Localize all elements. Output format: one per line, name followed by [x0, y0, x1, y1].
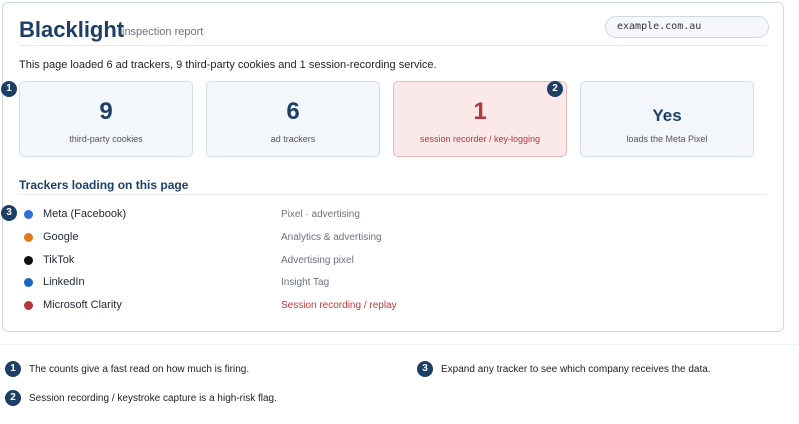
summary-text: This page loaded 6 ad trackers, 9 third-…	[19, 59, 437, 71]
brand-title: Blacklight	[19, 17, 125, 42]
stat-value: Yes	[652, 106, 682, 125]
tracker-description: Pixel · advertising	[281, 209, 360, 220]
tracker-row[interactable]: LinkedIn Insight Tag	[3, 274, 783, 292]
stat-value: 9	[99, 98, 113, 125]
tracker-description: Analytics & advertising	[281, 232, 382, 243]
tracker-color-dot	[24, 278, 33, 287]
tracker-name: TikTok	[43, 254, 75, 266]
note-text-3: Expand any tracker to see which company …	[441, 364, 711, 375]
stat-meta-pixel[interactable]: Yes loads the Meta Pixel	[580, 81, 754, 157]
tracker-name: Microsoft Clarity	[43, 299, 122, 311]
header-divider	[19, 45, 767, 46]
tracker-description: Insight Tag	[281, 277, 330, 288]
stat-session-recorder[interactable]: 1 session recorder / key-logging	[393, 81, 567, 157]
tracker-description: Session recording / replay	[281, 300, 397, 311]
callout-badge-1: 1	[1, 81, 17, 97]
stat-label: ad trackers	[270, 134, 316, 144]
note-text-1: The counts give a fast read on how much …	[29, 364, 250, 375]
trackers-divider	[19, 194, 767, 195]
tracker-name: LinkedIn	[43, 276, 85, 288]
note-badge-2: 2	[5, 390, 21, 406]
stat-label: loads the Meta Pixel	[626, 134, 708, 144]
note-badge-1: 1	[5, 361, 21, 377]
stat-value: 1	[473, 98, 487, 125]
stat-ad-trackers[interactable]: 6 ad trackers	[206, 81, 380, 157]
tracker-row[interactable]: Meta (Facebook) Pixel · advertising	[3, 206, 783, 224]
report-card: Blacklight inspection report example.com…	[2, 2, 784, 332]
tracker-description: Advertising pixel	[281, 255, 354, 266]
note-text-2: Session recording / keystroke capture is…	[29, 393, 277, 404]
tracker-name: Google	[43, 231, 79, 243]
callout-badge-3: 3	[1, 205, 17, 221]
note-badge-3: 3	[417, 361, 433, 377]
notes-divider	[0, 344, 799, 345]
tracker-row[interactable]: TikTok Advertising pixel	[3, 252, 783, 270]
tracker-color-dot	[24, 256, 33, 265]
stat-value: 6	[286, 98, 300, 125]
stat-label: session recorder / key-logging	[419, 134, 541, 144]
tracker-color-dot	[24, 301, 33, 310]
tracker-name: Meta (Facebook)	[43, 208, 127, 220]
tracker-color-dot	[24, 233, 33, 242]
tracker-row[interactable]: Microsoft Clarity Session recording / re…	[3, 297, 783, 315]
brand-subtitle: inspection report	[122, 26, 204, 38]
url-input[interactable]: example.com.au	[605, 16, 769, 38]
callout-badge-2: 2	[547, 81, 563, 97]
stat-label: third-party cookies	[69, 134, 143, 144]
stat-third-party-cookies[interactable]: 9 third-party cookies	[19, 81, 193, 157]
trackers-heading: Trackers loading on this page	[19, 178, 189, 192]
tracker-color-dot	[24, 210, 33, 219]
tracker-row[interactable]: Google Analytics & advertising	[3, 229, 783, 247]
